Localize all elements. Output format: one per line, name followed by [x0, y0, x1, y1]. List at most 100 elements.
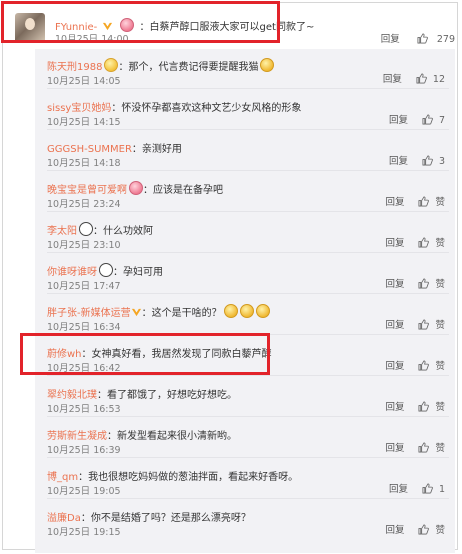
- heart-eyes-emoji-icon: [255, 304, 270, 318]
- reply-text: ：我也很想吃妈妈做的葱油拌面，看起来好香呀。: [78, 472, 299, 483]
- username-link[interactable]: 晚宝宝是曾可爱啊: [47, 185, 127, 196]
- username-link[interactable]: sissy宝贝她妈: [47, 103, 111, 114]
- comment-panel: FYunnie- ：白蔡芦醇口服液大家可以get同款了~ 10月25日 14:0…: [2, 2, 458, 553]
- reply-time: 10月25日 14:15: [47, 117, 121, 128]
- like-icon[interactable]: [418, 524, 430, 535]
- list-item: 晚宝宝是曾可爱啊 ：应该是在备孕吧 10月25日 23:24 回复 赞: [35, 172, 455, 212]
- reply-actions: 回复 赞: [385, 276, 445, 290]
- like-label: 赞: [435, 279, 445, 290]
- like-icon[interactable]: [418, 442, 430, 453]
- reply-actions: 回复 赞: [385, 399, 445, 413]
- reply-button[interactable]: 回复: [385, 279, 404, 290]
- divider: [47, 375, 449, 376]
- reply-button[interactable]: 回复: [385, 525, 404, 536]
- reply-button[interactable]: 回复: [389, 156, 408, 167]
- divider: [47, 498, 449, 499]
- divider: [47, 129, 449, 130]
- list-item: sissy宝贝她妈：怀没怀孕都喜欢这种文艺少女风格的形象 10月25日 14:1…: [35, 90, 455, 130]
- reply-actions: 回复 赞: [385, 440, 445, 454]
- vip-emoji-icon: [129, 181, 143, 195]
- reply-button[interactable]: 回复: [385, 197, 404, 208]
- username-link[interactable]: 翠约毅北璞: [47, 390, 97, 401]
- reply-actions: 回复 7: [389, 112, 445, 126]
- like-icon[interactable]: [422, 114, 433, 125]
- divider: [47, 211, 449, 212]
- username-link[interactable]: 陈天刑1988: [47, 62, 102, 73]
- like-icon[interactable]: [418, 196, 430, 207]
- like-icon[interactable]: [418, 360, 430, 371]
- heart-eyes-emoji-icon: [223, 304, 238, 318]
- reply-actions: 回复 赞: [385, 358, 445, 372]
- username-link[interactable]: 溢廉Da: [47, 513, 81, 524]
- reply-time: 10月25日 14:18: [47, 158, 121, 169]
- like-label: 赞: [435, 197, 445, 208]
- list-item: 你谁呀谁呀 ：孕妇可用 10月25日 17:47 回复 赞: [35, 254, 455, 294]
- reply-time: 10月25日 16:39: [47, 445, 121, 456]
- list-item: 李太阳 ：什么功效阿 10月25日 23:10 回复 赞: [35, 213, 455, 253]
- reply-button[interactable]: 回复: [385, 361, 404, 372]
- reply-button[interactable]: 回复: [385, 320, 404, 331]
- reply-text: ：亲测好用: [131, 144, 182, 155]
- reply-text: ：应该是在备孕吧: [143, 185, 223, 196]
- reply-actions: 回复 赞: [385, 317, 445, 331]
- reply-text: ：孕妇可用: [113, 267, 163, 278]
- verified-badge-icon: [131, 308, 141, 317]
- reply-time: 10月25日 16:53: [47, 404, 121, 415]
- reply-text: ：看了都饿了，好想吃好想吃。: [97, 390, 237, 401]
- like-icon[interactable]: [422, 483, 433, 494]
- like-icon[interactable]: [416, 73, 427, 84]
- reply-list: 陈天刑1988 ：那个，代言费记得要提醒我猫 10月25日 14:05 回复 12 …: [35, 49, 455, 553]
- like-label: 赞: [435, 402, 445, 413]
- highlight-box: [1, 1, 280, 43]
- list-item: 劳斯新生凝成：新发型看起来很小清新哟。 10月25日 16:39 回复 赞: [35, 418, 455, 458]
- highlight-box: [20, 333, 270, 375]
- like-label: 赞: [435, 443, 445, 454]
- reply-text: ：怀没怀孕都喜欢这种文艺少女风格的形象: [111, 103, 302, 114]
- reply-time: 10月25日 19:05: [47, 486, 121, 497]
- like-icon[interactable]: [418, 278, 430, 289]
- like-label: 赞: [435, 320, 445, 331]
- reply-button[interactable]: 回复: [385, 238, 404, 249]
- reply-actions: 回复 赞: [385, 522, 445, 536]
- panda-icon: [99, 263, 113, 277]
- like-count: 279: [436, 34, 455, 45]
- panda-icon: [79, 222, 93, 236]
- like-count: 7: [438, 115, 445, 126]
- reply-text: ：新发型看起来很小清新哟。: [107, 431, 237, 442]
- list-item: 翠约毅北璞：看了都饿了，好想吃好想吃。 10月25日 16:53 回复 赞: [35, 377, 455, 417]
- cat-emoji-icon: [260, 58, 275, 72]
- username-link[interactable]: 博_qm: [47, 472, 78, 483]
- reply-button[interactable]: 回复: [385, 443, 404, 454]
- reply-actions: 回复 1: [389, 481, 445, 495]
- username-link[interactable]: 劳斯新生凝成: [47, 431, 107, 442]
- like-count: 1: [438, 484, 445, 495]
- reply-actions: 回复 12: [383, 71, 445, 85]
- divider: [47, 170, 449, 171]
- like-icon[interactable]: [422, 155, 433, 166]
- like-label: 赞: [435, 238, 445, 249]
- reply-actions: 回复 赞: [385, 194, 445, 208]
- username-link[interactable]: 你谁呀谁呀: [47, 267, 97, 278]
- reply-button[interactable]: 回复: [389, 115, 408, 126]
- reply-time: 10月25日 17:47: [47, 281, 121, 292]
- like-icon[interactable]: [417, 33, 428, 44]
- list-item: 陈天刑1988 ：那个，代言费记得要提醒我猫 10月25日 14:05 回复 12: [35, 49, 455, 89]
- like-count: 3: [438, 156, 445, 167]
- reply-text: ：那个，代言费记得要提醒我猫: [118, 62, 259, 73]
- list-item: 博_qm：我也很想吃妈妈做的葱油拌面，看起来好香呀。 10月25日 19:05 …: [35, 459, 455, 499]
- username-link[interactable]: 李太阳: [47, 226, 77, 237]
- like-icon[interactable]: [418, 319, 430, 330]
- reply-button[interactable]: 回复: [383, 74, 402, 85]
- like-icon[interactable]: [418, 401, 430, 412]
- reply-button[interactable]: 回复: [389, 484, 408, 495]
- like-label: 赞: [435, 361, 445, 372]
- reply-button[interactable]: 回复: [381, 34, 400, 45]
- divider: [47, 293, 449, 294]
- comment-actions: 回复 279: [381, 31, 455, 45]
- reply-time: 10月25日 16:34: [47, 322, 121, 333]
- reply-button[interactable]: 回复: [385, 402, 404, 413]
- username-link[interactable]: GGGSH-SUMMER: [47, 144, 132, 155]
- like-icon[interactable]: [418, 237, 430, 248]
- username-link[interactable]: 胖子张-新媒体运营: [47, 308, 131, 319]
- reply-actions: 回复 3: [389, 153, 445, 167]
